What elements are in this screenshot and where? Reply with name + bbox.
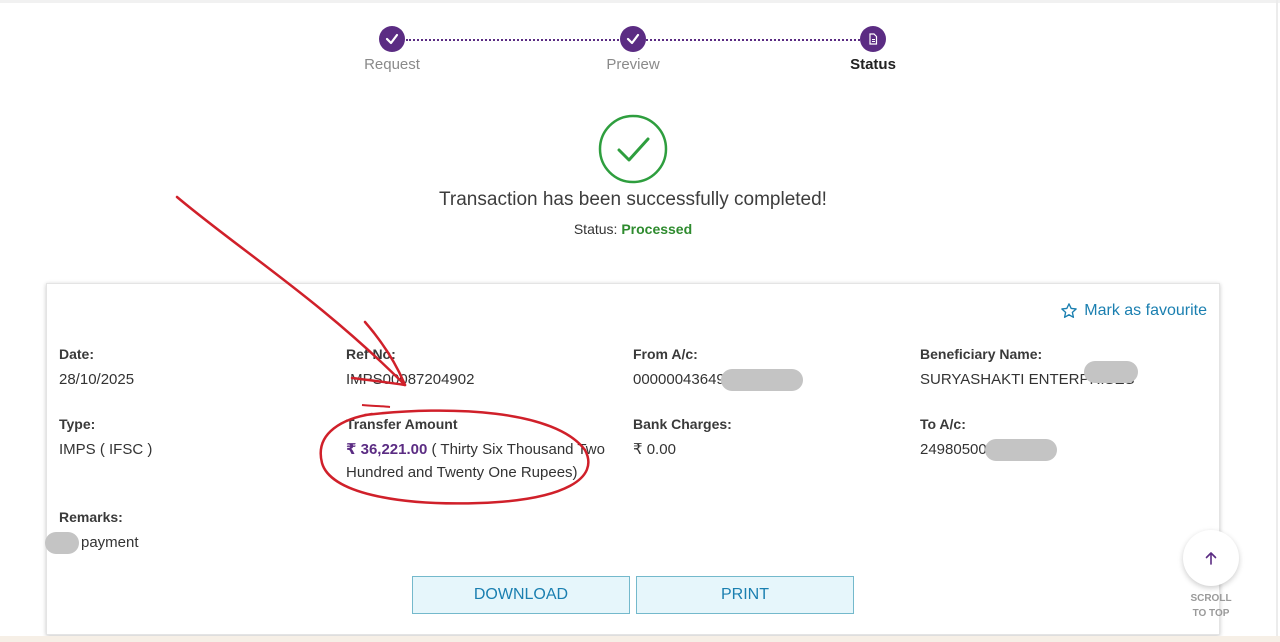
redaction-mask [45,532,79,555]
status-value: Processed [621,221,693,237]
download-button[interactable]: DOWNLOAD [412,576,630,614]
account-number: 00000043649 [633,371,725,388]
transfer-amount-field: Transfer Amount ₹ 36,221.00 ( Thirty Six… [346,416,621,484]
field-label: Type: [59,416,96,432]
to-account-field: To A/c: 24980500 [920,416,1200,462]
ref-no-field: Ref No: IMPS00087204902 [346,346,626,391]
status-line: Status: Processed [0,221,1266,237]
arrow-up-icon [1205,552,1217,565]
status-label: Status: [573,221,618,237]
field-label: Beneficiary Name: [920,346,1043,362]
top-border [0,0,1280,3]
step-label: Preview [606,56,660,73]
field-label: Ref No: [346,346,396,362]
field-value: payment [45,531,339,555]
field-label: Bank Charges: [633,416,732,432]
scroll-to-top-label: SCROLL TO TOP [1180,591,1242,621]
step-request: Request [332,26,452,73]
field-value: IMPS ( IFSC ) [59,441,153,458]
check-icon [620,26,646,52]
field-value: ₹ 36,221.00 ( Thirty Six Thousand Two Hu… [346,438,621,484]
field-label: Date: [59,346,95,362]
print-button[interactable]: PRINT [636,576,854,614]
date-field: Date: 28/10/2025 [59,346,339,391]
amount-value: ₹ 36,221.00 [346,441,428,458]
success-message: Transaction has been successfully comple… [439,189,827,210]
scroll-label-line: SCROLL [1190,593,1232,604]
scroll-label-line: TO TOP [1192,608,1230,619]
right-border [1276,0,1278,642]
step-status: Status [813,26,933,73]
redaction-mask [984,439,1057,462]
step-label: Status [850,56,896,73]
check-icon [379,26,405,52]
from-account-field: From A/c: 00000043649 [633,346,913,392]
field-value: 24980500 [920,438,1200,462]
redaction-mask [1084,361,1138,383]
field-value: SURYASHAKTI ENTERPRISES [920,368,1200,391]
field-value: IMPS00087204902 [346,371,475,388]
field-label: From A/c: [633,346,698,362]
type-field: Type: IMPS ( IFSC ) [59,416,339,461]
account-number: 24980500 [920,441,987,458]
document-icon [860,26,886,52]
field-value: 28/10/2025 [59,371,135,388]
mark-favourite-link[interactable]: Mark as favourite [1060,302,1207,320]
field-label: Transfer Amount [346,416,458,432]
step-label: Request [364,56,420,73]
redaction-mask [720,369,803,392]
field-value: ₹ 0.00 [633,441,676,458]
field-label: Remarks: [59,509,123,525]
progress-stepper: Request Preview Status [0,26,1280,76]
star-icon [1061,303,1078,318]
scroll-to-top-button[interactable] [1183,530,1239,586]
step-preview: Preview [573,26,693,73]
bank-charges-field: Bank Charges: ₹ 0.00 [633,416,913,461]
field-label: To A/c: [920,416,966,432]
transaction-details-card: Mark as favourite Date: 28/10/2025 Ref N… [45,283,1220,635]
remarks-field: Remarks: payment [45,509,339,555]
remarks-value: payment [81,534,139,551]
bottom-strip [0,636,1280,642]
beneficiary-field: Beneficiary Name: SURYASHAKTI ENTERPRISE… [920,346,1200,391]
favourite-label: Mark as favourite [1084,302,1207,319]
field-value: 00000043649 [633,368,913,392]
success-check-icon [597,113,669,185]
